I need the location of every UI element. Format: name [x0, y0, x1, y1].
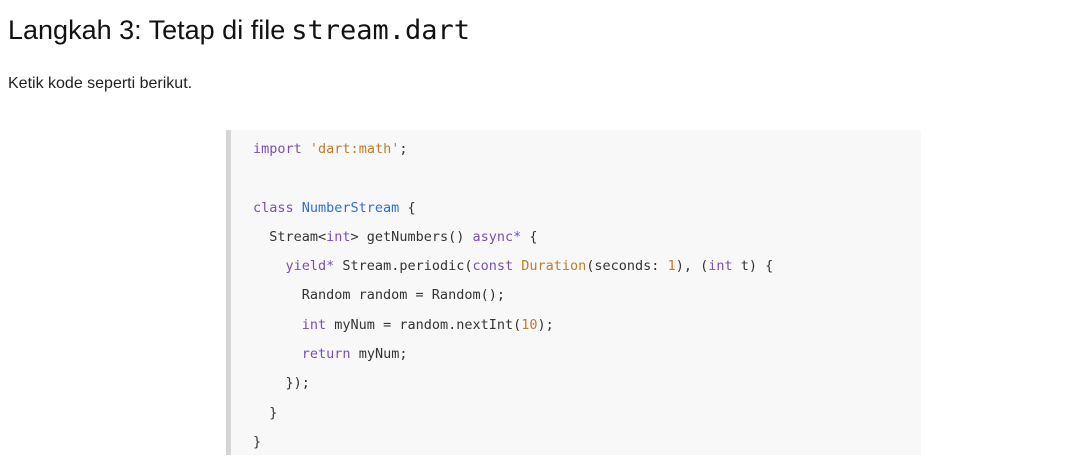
code-block[interactable]: import 'dart:math'; class NumberStream {… — [226, 130, 921, 455]
code-token-keyword: const — [472, 258, 514, 275]
code-line: } — [253, 399, 921, 428]
code-token-keyword: async* — [472, 228, 522, 245]
heading-filename-code: stream.dart — [291, 15, 471, 46]
code-token-keyword: int — [708, 258, 733, 275]
code-token-plain: { — [399, 199, 416, 216]
code-line: int myNum = random.nextInt(10); — [253, 311, 921, 340]
code-token-keyword: class — [253, 199, 294, 216]
code-token-plain: } — [253, 433, 262, 450]
code-lines: import 'dart:math'; class NumberStream {… — [253, 135, 921, 457]
code-token-keyword: yield* — [285, 258, 335, 275]
code-token-type: NumberStream — [301, 199, 400, 216]
code-token-keyword: return — [301, 346, 351, 363]
code-line: }); — [253, 369, 921, 398]
code-token-plain: (seconds: — [586, 258, 668, 275]
code-token-plain: Random random = Random(); — [253, 287, 505, 304]
code-token-plain: Stream.periodic( — [334, 258, 473, 275]
code-token-plain: myNum = random.nextInt( — [326, 316, 522, 333]
code-token-number: 1 — [667, 258, 676, 275]
code-token-number: 10 — [521, 316, 538, 333]
code-token-plain: { — [521, 228, 538, 245]
code-token-plain: Stream< — [253, 228, 327, 245]
code-token-keyword: int — [326, 228, 351, 245]
code-token-plain: t) { — [732, 258, 774, 275]
code-token-plain: > getNumbers() — [350, 228, 473, 245]
code-line: Stream<int> getNumbers() async* { — [253, 223, 921, 252]
code-token-plain: ), ( — [675, 258, 709, 275]
code-token-plain: ; — [399, 141, 408, 157]
intro-text: Ketik kode seperti berikut. — [8, 75, 193, 92]
code-token-plain: }); — [253, 375, 310, 392]
code-line: } — [253, 428, 921, 457]
code-token-string: Duration — [521, 258, 587, 275]
code-line: class NumberStream { — [253, 194, 921, 223]
code-line: return myNum; — [253, 340, 921, 369]
code-line: yield* Stream.periodic(const Duration(se… — [253, 252, 921, 281]
code-line: import 'dart:math'; — [253, 135, 921, 164]
page-heading: Langkah 3: Tetap di file stream.dart — [8, 12, 470, 49]
code-token-string: 'dart:math' — [309, 141, 400, 157]
code-token-keyword: import — [253, 141, 302, 157]
code-token-plain: myNum; — [350, 346, 408, 363]
code-token-keyword: int — [301, 316, 327, 333]
code-line: Random random = Random(); — [253, 281, 921, 310]
code-token-plain: ); — [537, 316, 554, 333]
heading-text: Langkah 3: Tetap di file — [8, 15, 286, 45]
code-token-plain: } — [253, 404, 278, 421]
